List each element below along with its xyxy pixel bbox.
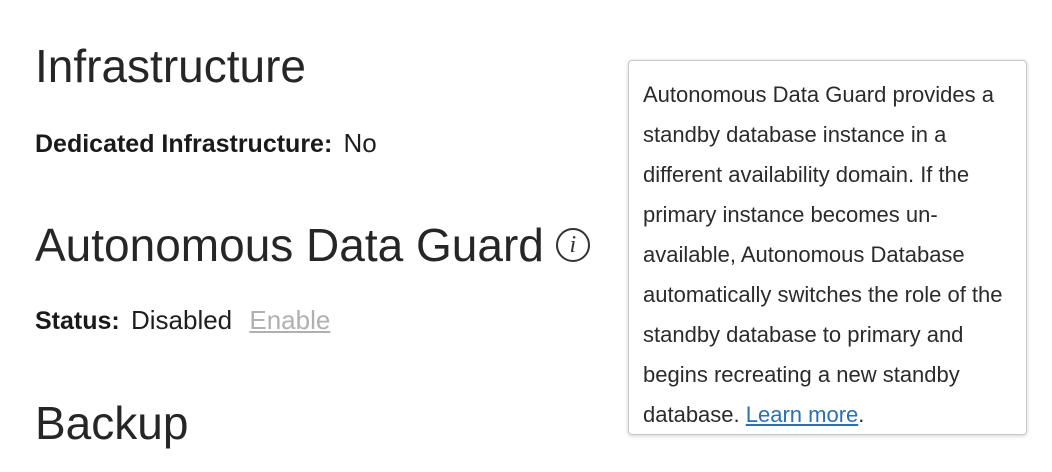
dedicated-infrastructure-value: No [343,128,377,158]
status-label: Status: [35,307,120,335]
learn-more-link[interactable]: Learn more [746,402,859,427]
enable-link[interactable]: Enable [249,305,330,335]
data-guard-status-row: Status: Disabled Enable [35,307,330,334]
data-guard-heading-text: Autonomous Data Guard [35,219,544,271]
data-guard-heading: Autonomous Data Guard i [35,222,590,268]
status-value: Disabled [130,305,233,335]
dedicated-infrastructure-row: Dedicated Infrastructure: No [35,130,377,157]
tooltip-text: Autonomous Data Guard provides a standby… [643,75,1016,435]
tooltip-body: Autonomous Data Guard provides a standby… [643,82,1003,427]
backup-heading: Backup [35,397,189,449]
infrastructure-heading: Infrastructure [35,40,306,92]
dedicated-infrastructure-label: Dedicated Infrastructure: [35,130,333,158]
data-guard-info-tooltip: Autonomous Data Guard provides a standby… [628,60,1027,435]
info-circle-icon[interactable]: i [555,228,590,262]
page: Infrastructure Dedicated Infrastructure:… [0,0,1052,472]
tooltip-period: . [858,402,865,427]
